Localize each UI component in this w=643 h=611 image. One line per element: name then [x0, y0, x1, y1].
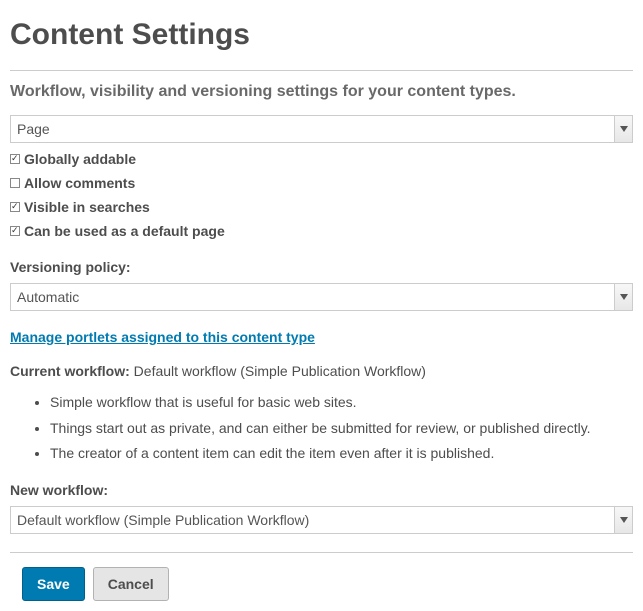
versioning-label: Versioning policy: [10, 259, 633, 275]
checkbox-visible-searches[interactable]: Visible in searches [10, 199, 633, 215]
checkbox-icon [10, 154, 20, 164]
current-workflow-line: Current workflow: Default workflow (Simp… [10, 363, 633, 379]
new-workflow-select[interactable]: Default workflow (Simple Publication Wor… [10, 506, 633, 534]
chevron-down-icon [614, 507, 632, 533]
list-item: Things start out as private, and can eit… [50, 419, 633, 439]
new-workflow-select-value: Default workflow (Simple Publication Wor… [17, 512, 309, 528]
page-subtitle: Workflow, visibility and versioning sett… [10, 83, 633, 101]
checkbox-icon [10, 226, 20, 236]
save-button[interactable]: Save [22, 567, 85, 601]
workflow-description-list: Simple workflow that is useful for basic… [10, 393, 633, 464]
checkbox-default-page[interactable]: Can be used as a default page [10, 223, 633, 239]
new-workflow-label: New workflow: [10, 482, 633, 498]
chevron-down-icon [614, 284, 632, 310]
checkbox-icon [10, 178, 20, 188]
checkbox-allow-comments[interactable]: Allow comments [10, 175, 633, 191]
checkbox-icon [10, 202, 20, 212]
content-type-select-value: Page [17, 121, 50, 137]
checkbox-label: Globally addable [24, 151, 136, 167]
list-item: The creator of a content item can edit t… [50, 444, 633, 464]
page-title: Content Settings [10, 18, 633, 52]
checkbox-globally-addable[interactable]: Globally addable [10, 151, 633, 167]
current-workflow-value: Default workflow (Simple Publication Wor… [134, 363, 426, 379]
versioning-select-value: Automatic [17, 289, 79, 305]
header-divider [10, 70, 633, 71]
content-type-select[interactable]: Page [10, 115, 633, 143]
checkbox-label: Allow comments [24, 175, 135, 191]
checkbox-label: Visible in searches [24, 199, 150, 215]
button-row: Save Cancel [10, 552, 633, 601]
cancel-button[interactable]: Cancel [93, 567, 169, 601]
checkbox-label: Can be used as a default page [24, 223, 225, 239]
versioning-select[interactable]: Automatic [10, 283, 633, 311]
list-item: Simple workflow that is useful for basic… [50, 393, 633, 413]
manage-portlets-link[interactable]: Manage portlets assigned to this content… [10, 329, 315, 345]
current-workflow-label: Current workflow: [10, 363, 130, 379]
chevron-down-icon [614, 116, 632, 142]
